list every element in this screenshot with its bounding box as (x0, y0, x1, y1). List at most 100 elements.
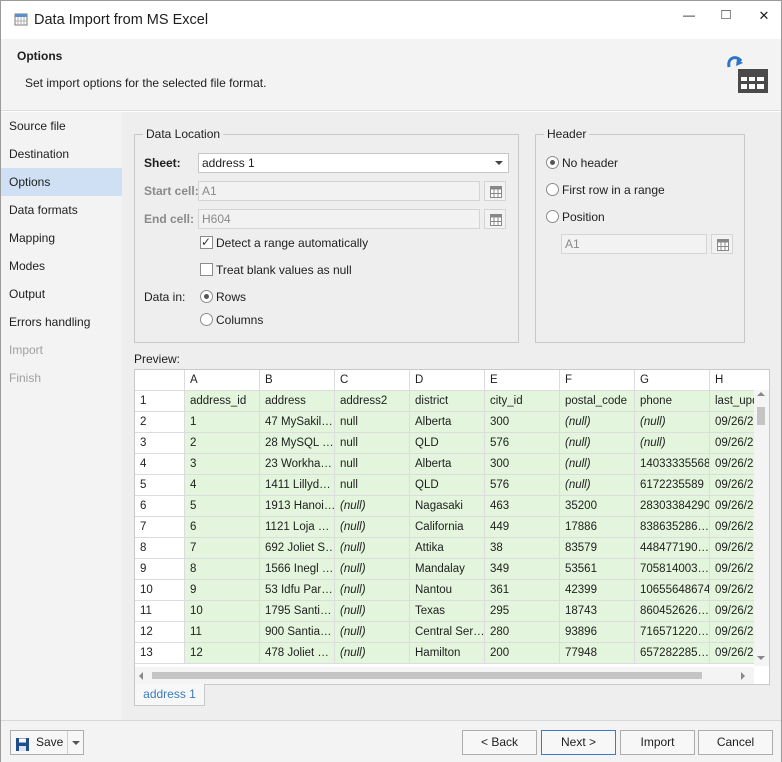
table-cell[interactable]: postal_code (560, 391, 635, 412)
table-cell[interactable]: 860452626… (635, 601, 710, 622)
table-cell[interactable]: 300 (485, 412, 560, 433)
column-header-g[interactable]: G (635, 370, 710, 391)
table-cell[interactable]: address2 (335, 391, 410, 412)
table-cell[interactable]: address_id (185, 391, 260, 412)
table-cell[interactable]: Nantou (410, 580, 485, 601)
rows-radio[interactable] (200, 290, 213, 303)
scroll-up-arrow-icon[interactable] (757, 392, 765, 396)
column-header-e[interactable]: E (485, 370, 560, 391)
table-cell[interactable]: 53 Idfu Par… (260, 580, 335, 601)
column-header-f[interactable]: F (560, 370, 635, 391)
preview-vertical-scrollbar[interactable] (754, 390, 769, 666)
sidebar-item-source-file[interactable]: Source file (1, 112, 122, 140)
table-cell[interactable]: (null) (560, 475, 635, 496)
table-cell[interactable]: 1121 Loja … (260, 517, 335, 538)
table-cell[interactable]: district (410, 391, 485, 412)
columns-radio[interactable] (200, 313, 213, 326)
table-cell[interactable]: QLD (410, 475, 485, 496)
scroll-left-arrow-icon[interactable] (139, 672, 143, 680)
table-cell[interactable]: Hamilton (410, 643, 485, 664)
table-cell[interactable]: 12 (185, 643, 260, 664)
table-cell[interactable]: 349 (485, 559, 560, 580)
table-cell[interactable]: Mandalay (410, 559, 485, 580)
table-cell[interactable]: 692 Joliet S… (260, 538, 335, 559)
table-cell[interactable]: QLD (410, 433, 485, 454)
table-cell[interactable]: 1411 Lillyd… (260, 475, 335, 496)
table-cell[interactable]: 9 (185, 580, 260, 601)
table-cell[interactable]: (null) (335, 559, 410, 580)
table-cell[interactable]: Central Ser… (410, 622, 485, 643)
minimize-button[interactable]: — (676, 8, 702, 24)
table-cell[interactable]: (null) (560, 433, 635, 454)
table-cell[interactable]: 463 (485, 496, 560, 517)
table-cell[interactable]: Nagasaki (410, 496, 485, 517)
table-cell[interactable]: 200 (485, 643, 560, 664)
table-cell[interactable]: 83579 (560, 538, 635, 559)
column-header-b[interactable]: B (260, 370, 335, 391)
table-cell[interactable]: 5 (185, 496, 260, 517)
save-split-button[interactable]: Save (10, 730, 84, 755)
table-cell[interactable]: 448477190… (635, 538, 710, 559)
table-cell[interactable]: null (335, 475, 410, 496)
table-cell[interactable]: (null) (635, 412, 710, 433)
table-cell[interactable]: 478 Joliet … (260, 643, 335, 664)
column-header-a[interactable]: A (185, 370, 260, 391)
table-cell[interactable]: 716571220… (635, 622, 710, 643)
column-header-d[interactable]: D (410, 370, 485, 391)
table-cell[interactable]: 6172235589 (635, 475, 710, 496)
preview-horizontal-scrollbar[interactable] (135, 667, 754, 684)
table-cell[interactable]: (null) (635, 433, 710, 454)
scroll-down-arrow-icon[interactable] (757, 656, 765, 660)
table-cell[interactable]: 18743 (560, 601, 635, 622)
table-cell[interactable]: 10655648674 (635, 580, 710, 601)
column-header-c[interactable]: C (335, 370, 410, 391)
table-cell[interactable]: (null) (335, 622, 410, 643)
table-cell[interactable]: 2 (185, 433, 260, 454)
table-cell[interactable]: Texas (410, 601, 485, 622)
table-cell[interactable]: 53561 (560, 559, 635, 580)
table-cell[interactable]: 28 MySQL … (260, 433, 335, 454)
table-cell[interactable]: 11 (185, 622, 260, 643)
table-cell[interactable]: (null) (560, 454, 635, 475)
table-cell[interactable]: 14033335568 (635, 454, 710, 475)
table-cell[interactable]: 705814003… (635, 559, 710, 580)
maximize-button[interactable]: □ (713, 6, 739, 23)
table-cell[interactable]: 576 (485, 475, 560, 496)
table-cell[interactable]: (null) (560, 412, 635, 433)
save-dropdown-arrow[interactable] (67, 731, 83, 754)
no-header-label[interactable]: No header (562, 156, 618, 170)
table-cell[interactable]: 8 (185, 559, 260, 580)
sheet-select[interactable]: address 1 (198, 153, 509, 173)
table-cell[interactable]: 1566 Inegl … (260, 559, 335, 580)
table-cell[interactable]: 35200 (560, 496, 635, 517)
table-cell[interactable]: 77948 (560, 643, 635, 664)
table-cell[interactable]: 295 (485, 601, 560, 622)
table-cell[interactable]: 93896 (560, 622, 635, 643)
sidebar-item-output[interactable]: Output (1, 280, 122, 308)
table-cell[interactable]: 1795 Santi… (260, 601, 335, 622)
import-button[interactable]: Import (620, 730, 695, 755)
sheet-tab-address-1[interactable]: address 1 (134, 684, 205, 706)
close-button[interactable]: ✕ (751, 8, 777, 24)
table-cell[interactable]: 300 (485, 454, 560, 475)
columns-radio-label[interactable]: Columns (216, 313, 263, 327)
position-radio[interactable] (546, 210, 559, 223)
detect-range-checkbox[interactable]: ✓ (200, 235, 213, 249)
sidebar-item-destination[interactable]: Destination (1, 140, 122, 168)
table-cell[interactable]: 1913 Hanoi… (260, 496, 335, 517)
table-cell[interactable]: (null) (335, 517, 410, 538)
table-cell[interactable]: city_id (485, 391, 560, 412)
table-cell[interactable]: phone (635, 391, 710, 412)
vertical-scroll-thumb[interactable] (757, 407, 765, 425)
table-cell[interactable]: 1 (185, 412, 260, 433)
table-cell[interactable]: null (335, 433, 410, 454)
sidebar-item-mapping[interactable]: Mapping (1, 224, 122, 252)
table-cell[interactable]: 42399 (560, 580, 635, 601)
sidebar-item-modes[interactable]: Modes (1, 252, 122, 280)
table-cell[interactable]: 6 (185, 517, 260, 538)
table-cell[interactable]: 7 (185, 538, 260, 559)
table-cell[interactable]: 900 Santia… (260, 622, 335, 643)
table-cell[interactable]: (null) (335, 601, 410, 622)
column-header-h[interactable]: H (710, 370, 769, 391)
table-cell[interactable]: Attika (410, 538, 485, 559)
